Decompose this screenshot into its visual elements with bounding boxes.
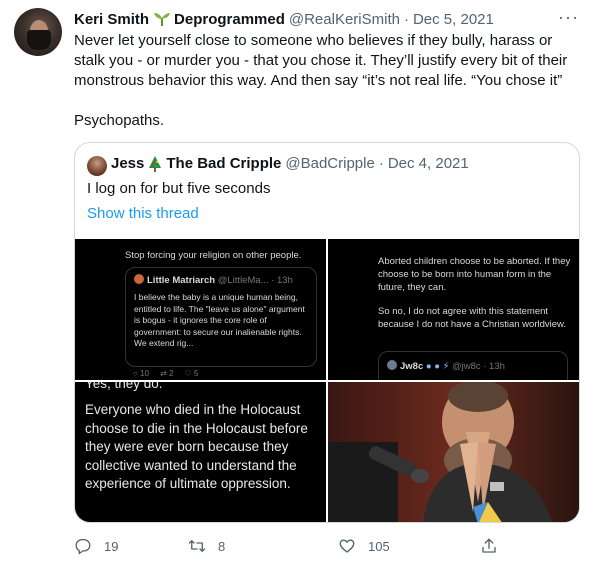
author-avatar[interactable]: [14, 8, 62, 56]
avatar-veil: [27, 30, 51, 50]
image1-card-avatar: [134, 274, 144, 284]
image1-card-stats: ○ 10 ⇄ 2 ♡ 5: [133, 369, 198, 378]
praying-man-photo: [328, 382, 579, 522]
media-image-1[interactable]: Stop forcing your religion on other peop…: [75, 239, 326, 380]
image1-like-icon: ♡: [184, 369, 192, 378]
media-grid: Stop forcing your religion on other peop…: [75, 239, 579, 522]
quote-text: I log on for but five seconds: [87, 180, 271, 197]
image1-retweet-icon: ⇄: [160, 369, 167, 378]
separator-dot: ·: [403, 10, 409, 28]
media-image-4[interactable]: [328, 382, 579, 522]
retweet-button[interactable]: 8: [188, 534, 225, 558]
author-handle[interactable]: @RealKeriSmith: [289, 11, 400, 28]
image2-card-author: Jw8c: [400, 361, 424, 372]
image3-text: Everyone who died in the Holocaust choos…: [85, 402, 308, 491]
quote-header: Jess The Bad Cripple @BadCripple · Dec 4…: [111, 155, 469, 172]
image1-reply-icon: ○: [133, 369, 138, 378]
author-name[interactable]: Keri Smith: [74, 11, 149, 28]
image2-card-handle: @jw8c · 13h: [451, 361, 505, 372]
tweet-text-main: Never let yourself close to someone who …: [74, 32, 568, 89]
more-options-icon[interactable]: ···: [558, 7, 579, 28]
image2-card-avatar: [387, 360, 397, 370]
image1-card-text: I believe the baby is a unique human bei…: [134, 292, 305, 348]
quote-handle[interactable]: @BadCripple: [285, 155, 374, 172]
image2-emoji-icons: ● ● ⚡: [425, 361, 450, 372]
tweet-text-psychopaths: Psychopaths.: [74, 112, 165, 129]
quote-separator-dot: ·: [378, 155, 384, 172]
tweet-actions: 19 8 105: [74, 534, 580, 558]
image2-card-header: Jw8c ● ● ⚡ @jw8c · 13h: [387, 360, 505, 373]
like-button[interactable]: 105: [338, 534, 390, 558]
image2-text-b: So no, I do not agree with this statemen…: [378, 306, 566, 330]
image1-embedded-card: Little Matriarch @LittleMa... · 13h I be…: [125, 267, 317, 367]
reply-icon: [75, 538, 91, 555]
image1-top-text: Stop forcing your religion on other peop…: [125, 250, 302, 261]
christmas-tree-icon: [149, 155, 162, 172]
like-count: 105: [368, 538, 390, 554]
image1-reply-count: 10: [140, 369, 149, 378]
author-badge-text[interactable]: Deprogrammed: [174, 11, 285, 28]
tweet-text: Never let yourself close to someone who …: [74, 31, 584, 131]
quoted-tweet[interactable]: Jess The Bad Cripple @BadCripple · Dec 4…: [74, 142, 580, 523]
share-icon: [482, 538, 496, 553]
tweet-header: Keri Smith Deprogrammed @RealKeriSmith ·…: [74, 9, 575, 29]
media-image-2[interactable]: Aborted children choose to be aborted. I…: [328, 239, 579, 380]
quote-author-suffix[interactable]: The Bad Cripple: [166, 155, 281, 172]
seedling-icon: [154, 13, 171, 26]
media-image-3[interactable]: Yes, they do. Everyone who died in the H…: [75, 382, 326, 522]
reply-count: 19: [104, 538, 119, 554]
share-button[interactable]: [480, 534, 510, 558]
reply-button[interactable]: 19: [74, 534, 118, 558]
image1-card-handle: @LittleMa... · 13h: [217, 275, 293, 286]
image1-card-author: Little Matriarch: [147, 275, 216, 286]
quote-author-avatar[interactable]: [87, 156, 107, 176]
image3-cut-text: Yes, they do.: [85, 382, 163, 391]
retweet-icon: [188, 540, 206, 552]
image1-retweet-count: 2: [169, 369, 174, 378]
image1-like-count: 5: [194, 369, 199, 378]
quote-date[interactable]: Dec 4, 2021: [388, 155, 469, 172]
tweet-date[interactable]: Dec 5, 2021: [413, 11, 494, 28]
retweet-count: 8: [218, 538, 226, 554]
show-thread-link[interactable]: Show this thread: [87, 205, 199, 222]
image2-embedded-card: Jw8c ● ● ⚡ @jw8c · 13h: [378, 351, 568, 380]
heart-icon: [339, 539, 355, 553]
image2-text-a: Aborted children choose to be aborted. I…: [378, 256, 571, 293]
image1-card-header: Little Matriarch @LittleMa... · 13h: [134, 274, 293, 287]
quote-author-name[interactable]: Jess: [111, 155, 144, 172]
